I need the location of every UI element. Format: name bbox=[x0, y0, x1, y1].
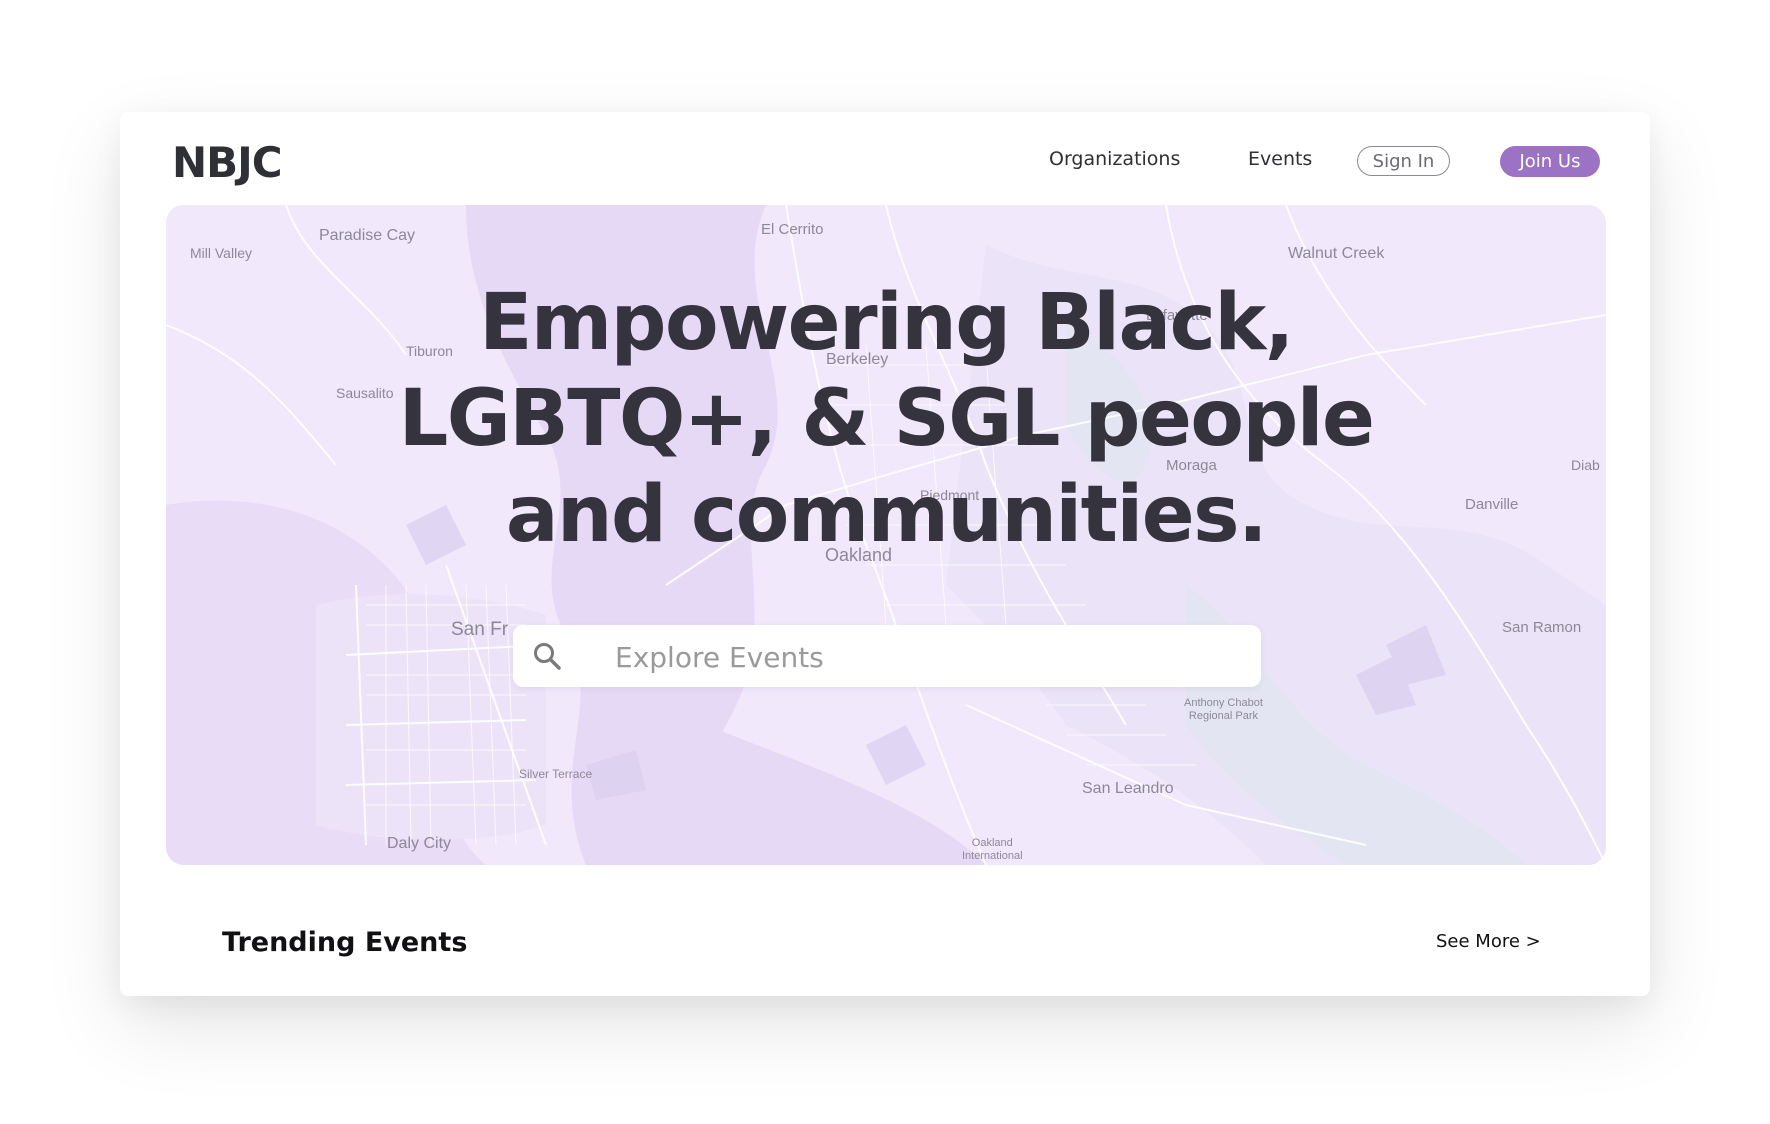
map-label-anthony-chabot: Anthony Chabot Regional Park bbox=[1184, 697, 1263, 722]
browser-window: NBJC Organizations Events Sign In Join U… bbox=[120, 112, 1650, 996]
site-logo[interactable]: NBJC bbox=[172, 138, 283, 187]
explore-events-search-bar[interactable] bbox=[513, 625, 1261, 687]
map-label-san-ramon: San Ramon bbox=[1502, 619, 1582, 636]
map-label-el-cerrito: El Cerrito bbox=[761, 221, 824, 238]
search-input[interactable] bbox=[613, 635, 1237, 679]
map-label-walnut-creek: Walnut Creek bbox=[1288, 245, 1385, 262]
see-more-link[interactable]: See More > bbox=[1436, 931, 1541, 952]
trending-events-heading: Trending Events bbox=[222, 927, 468, 958]
hero-headline-line-2: LGBTQ+, & SGL people bbox=[398, 374, 1375, 464]
hero-headline: Empowering Black, LGBTQ+, & SGL people a… bbox=[166, 275, 1606, 563]
map-label-daly-city: Daly City bbox=[387, 835, 452, 852]
join-us-button[interactable]: Join Us bbox=[1500, 146, 1600, 177]
map-label-silver-terrace: Silver Terrace bbox=[519, 767, 593, 781]
map-label-mill-valley: Mill Valley bbox=[190, 245, 252, 261]
search-icon bbox=[534, 643, 561, 670]
map-label-oakland-international: Oakland International bbox=[962, 837, 1023, 862]
hero-map-banner: Mill Valley Paradise Cay El Cerrito Waln… bbox=[166, 205, 1606, 865]
map-label-paradise-cay: Paradise Cay bbox=[319, 227, 416, 244]
map-label-san-francisco: San Fr bbox=[451, 619, 509, 640]
nav-organizations-link[interactable]: Organizations bbox=[1049, 148, 1180, 170]
map-label-san-leandro: San Leandro bbox=[1082, 780, 1174, 797]
sign-in-button[interactable]: Sign In bbox=[1357, 146, 1450, 176]
hero-headline-line-1: Empowering Black, bbox=[479, 278, 1294, 368]
hero-headline-line-3: and communities. bbox=[505, 470, 1268, 560]
nav-events-link[interactable]: Events bbox=[1248, 148, 1312, 170]
